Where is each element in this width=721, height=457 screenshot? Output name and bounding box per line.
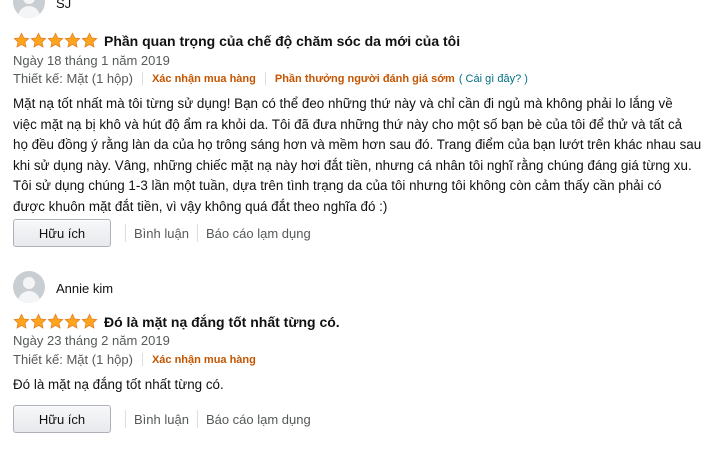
reviewer-name[interactable]: Annie kim	[56, 281, 113, 296]
star-icon	[64, 313, 81, 330]
star-icon	[13, 313, 30, 330]
star-rating	[13, 313, 98, 330]
variant-link[interactable]: Thiết kế: Mặt (1 hộp)	[13, 352, 133, 367]
star-icon	[30, 313, 47, 330]
divider	[125, 410, 126, 428]
divider	[196, 410, 198, 428]
report-abuse-link[interactable]: Báo cáo lạm dụng	[206, 412, 311, 427]
review-meta: Thiết kế: Mặt (1 hộp) Xác nhận mua hàng	[13, 352, 256, 367]
review-body: Đó là mặt nạ đắng tốt nhất từng có.	[13, 375, 713, 396]
comment-link[interactable]: Bình luận	[134, 412, 189, 427]
star-icon	[81, 313, 98, 330]
review-title[interactable]: Đó là mặt nạ đắng tốt nhất từng có.	[104, 314, 340, 330]
verified-purchase-badge: Xác nhận mua hàng	[151, 353, 256, 366]
star-icon	[47, 313, 64, 330]
avatar[interactable]	[13, 271, 45, 303]
review-actions: Hữu ích Bình luận Báo cáo lạm dụng	[13, 405, 311, 433]
review-card: Annie kim Đó là mặt nạ đắng tốt nhất từn…	[0, 0, 721, 457]
review-heading: Đó là mặt nạ đắng tốt nhất từng có.	[13, 313, 340, 330]
divider	[141, 353, 143, 366]
review-date: Ngày 23 tháng 2 năm 2019	[13, 333, 170, 348]
review-body-line: Đó là mặt nạ đắng tốt nhất từng có.	[13, 377, 224, 392]
helpful-button[interactable]: Hữu ích	[13, 405, 111, 433]
